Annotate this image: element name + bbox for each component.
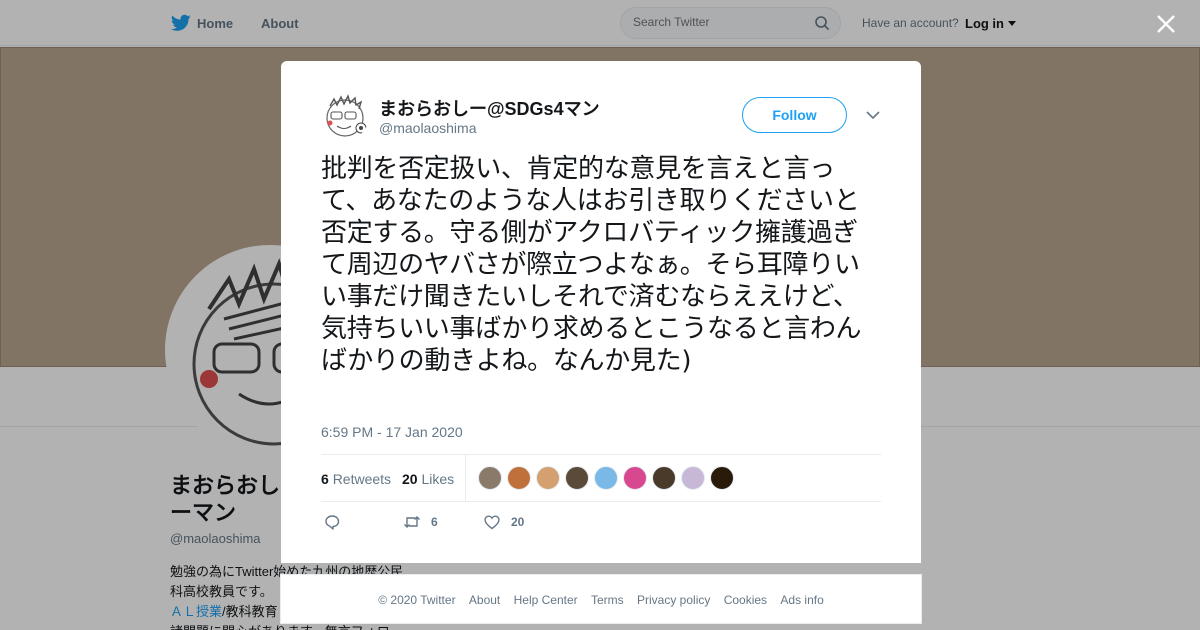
liker-avatar[interactable] [652, 466, 676, 490]
liker-avatar[interactable] [478, 466, 502, 490]
tweet-permalink-modal: まおらおしー@SDGs4マン @maolaoshima Follow 批判を否定… [281, 61, 921, 563]
author-avatar-drawing-icon [326, 94, 367, 137]
footer-ads-link[interactable]: Ads info [780, 593, 823, 607]
liker-avatar[interactable] [623, 466, 647, 490]
footer-copyright: © 2020 Twitter [378, 593, 456, 607]
heart-icon [484, 515, 500, 530]
footer-terms-link[interactable]: Terms [591, 593, 624, 607]
liker-avatars [478, 466, 734, 490]
liker-avatar[interactable] [594, 466, 618, 490]
tweet-author-avatar[interactable] [321, 92, 369, 140]
close-icon[interactable] [1155, 13, 1177, 35]
like-action-count: 20 [511, 515, 525, 529]
liker-avatar[interactable] [536, 466, 560, 490]
like-button[interactable]: 20 [483, 513, 524, 531]
like-count-stat[interactable]: 20 Likes [402, 471, 454, 487]
retweet-label: Retweets [332, 471, 392, 487]
liker-avatar[interactable] [507, 466, 531, 490]
liker-avatar[interactable] [565, 466, 589, 490]
like-label: Likes [421, 471, 455, 487]
follow-button[interactable]: Follow [742, 97, 847, 133]
like-count: 20 [402, 471, 418, 487]
tweet-text: 批判を否定扱い、肯定的な意見を言えと言って、あなたのような人はお引き取りください… [321, 154, 862, 376]
retweet-icon [404, 516, 420, 528]
modal-footer: © 2020 Twitter About Help Center Terms P… [280, 574, 922, 624]
liker-avatar[interactable] [710, 466, 734, 490]
liker-avatar[interactable] [681, 466, 705, 490]
tweet-stats: 6 Retweets 20 Likes [321, 454, 881, 502]
retweet-count: 6 [321, 471, 329, 487]
retweet-button[interactable]: 6 [403, 513, 438, 531]
footer-privacy-link[interactable]: Privacy policy [637, 593, 710, 607]
footer-cookies-link[interactable]: Cookies [724, 593, 767, 607]
footer-about-link[interactable]: About [469, 593, 500, 607]
tweet-actions: 6 20 [321, 513, 881, 533]
chevron-down-icon[interactable] [866, 110, 880, 120]
tweet-author-name[interactable]: まおらおしー@SDGs4マン [379, 95, 600, 121]
stats-divider [465, 455, 466, 501]
retweet-action-count: 6 [431, 515, 438, 529]
tweet-timestamp[interactable]: 6:59 PM - 17 Jan 2020 [321, 424, 463, 440]
reply-icon [325, 515, 340, 530]
tweet-author-handle[interactable]: @maolaoshima [379, 120, 476, 136]
reply-button[interactable] [323, 513, 351, 531]
retweet-count-stat[interactable]: 6 Retweets [321, 471, 391, 487]
footer-help-link[interactable]: Help Center [514, 593, 578, 607]
